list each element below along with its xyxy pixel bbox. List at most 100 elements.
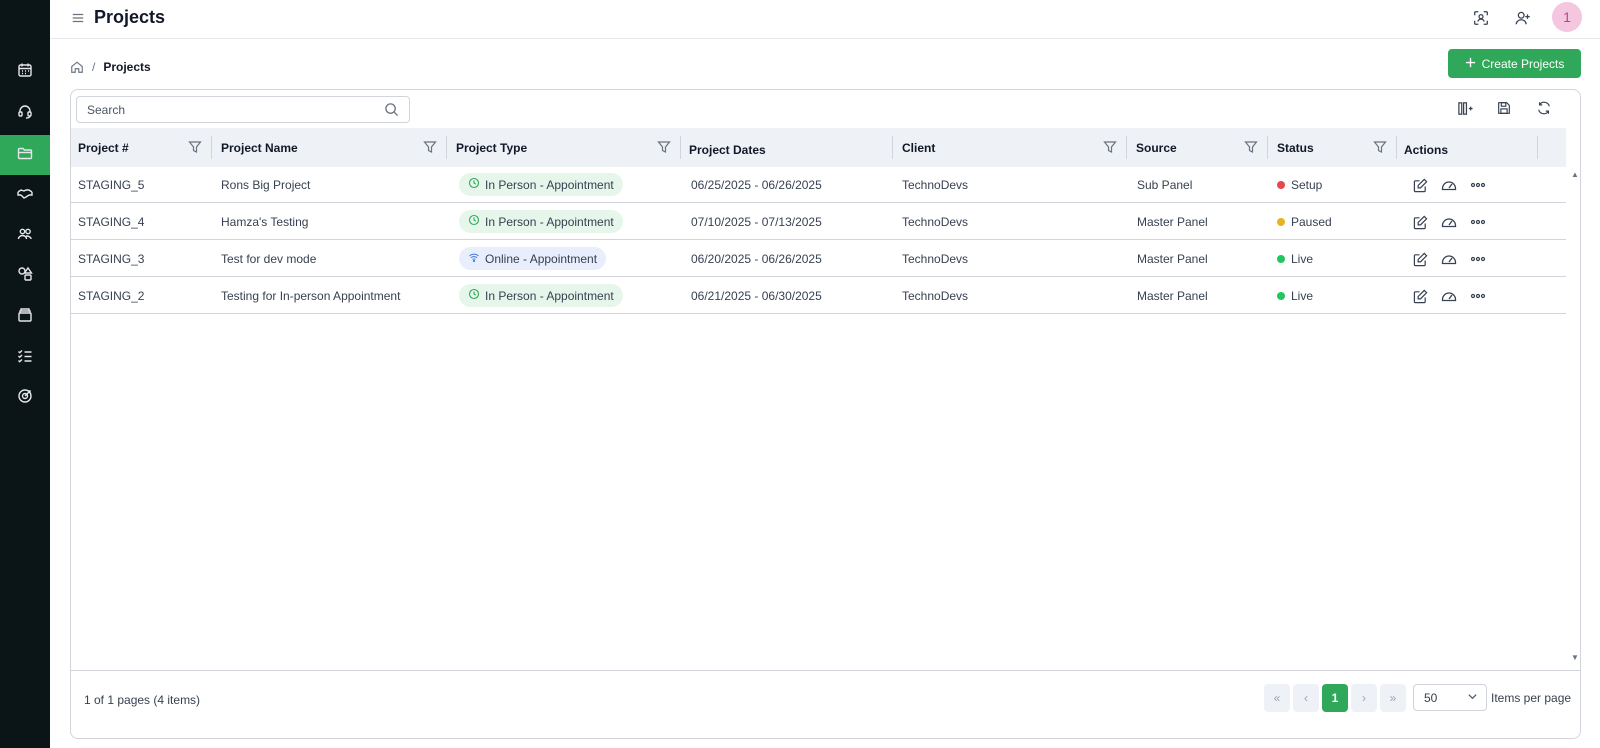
checklist-icon [17, 348, 33, 369]
page-button-current[interactable]: 1 [1322, 684, 1348, 712]
project-type-label: In Person - Appointment [485, 288, 614, 303]
dashboard-icon[interactable] [1441, 251, 1457, 267]
more-options-icon[interactable] [1470, 177, 1486, 193]
hamburger-menu-icon[interactable] [70, 10, 86, 26]
sidebar-item-projects[interactable] [0, 135, 50, 175]
scroll-up-arrow-icon[interactable]: ▲ [1571, 170, 1579, 179]
next-page-button[interactable]: › [1351, 684, 1377, 712]
create-projects-label: Create Projects [1481, 56, 1565, 71]
chevron-right-icon: › [1362, 691, 1366, 705]
cell-source: Master Panel [1137, 214, 1208, 229]
avatar-label: 1 [1563, 9, 1571, 25]
status-dot [1277, 291, 1285, 300]
project-type-label: In Person - Appointment [485, 214, 614, 229]
status-dot [1277, 254, 1285, 263]
clock-pin-icon [468, 288, 480, 303]
pager-info: 1 of 1 pages (4 items) [84, 693, 201, 707]
save-icon[interactable] [1495, 99, 1513, 117]
filter-icon[interactable] [1103, 140, 1117, 154]
table-row[interactable]: STAGING_3 Test for dev mode Online - App… [71, 240, 1566, 277]
column-header-client[interactable]: Client [895, 128, 1127, 167]
status-label: Paused [1291, 214, 1332, 229]
edit-icon[interactable] [1412, 214, 1428, 230]
search-input[interactable] [87, 102, 384, 117]
cell-status: Setup [1277, 166, 1322, 203]
column-label: Project Type [456, 140, 528, 155]
column-header-project-dates[interactable]: Project Dates [682, 128, 892, 167]
cell-client: TechnoDevs [902, 177, 969, 192]
column-chooser-icon[interactable] [1456, 99, 1474, 117]
page-title: Projects [94, 7, 166, 27]
project-type-badge: In Person - Appointment [459, 284, 623, 307]
refresh-icon[interactable] [1535, 99, 1553, 117]
sidebar-item-partners[interactable] [0, 176, 50, 216]
create-projects-button[interactable]: Create Projects [1448, 49, 1581, 78]
filter-icon[interactable] [1244, 140, 1258, 154]
page-size-select[interactable]: 50 [1413, 684, 1487, 711]
cell-project-number: STAGING_5 [78, 177, 145, 192]
filter-icon[interactable] [657, 140, 671, 154]
column-label: Client [902, 140, 936, 155]
more-options-icon[interactable] [1470, 251, 1486, 267]
scroll-down-arrow-icon[interactable]: ▼ [1571, 653, 1579, 662]
user-avatar[interactable]: 1 [1552, 2, 1582, 32]
last-page-button[interactable]: » [1380, 684, 1406, 712]
plus-icon [1465, 57, 1476, 71]
cell-project-number: STAGING_4 [78, 214, 145, 229]
sidebar-item-resources[interactable] [0, 256, 50, 296]
cell-project-name: Rons Big Project [221, 177, 311, 192]
dashboard-icon[interactable] [1441, 288, 1457, 304]
dashboard-icon[interactable] [1441, 214, 1457, 230]
breadcrumb-separator: / [92, 60, 96, 74]
filter-icon[interactable] [1373, 140, 1387, 154]
projects-grid: Project # Project Name Project Type Proj… [70, 89, 1581, 739]
sidebar-item-support[interactable] [0, 93, 50, 133]
table-header: Project # Project Name Project Type Proj… [71, 128, 1566, 167]
filter-icon[interactable] [423, 140, 437, 154]
face-scan-icon[interactable] [1471, 8, 1491, 28]
edit-icon[interactable] [1412, 251, 1428, 267]
sidebar-item-team[interactable] [0, 216, 50, 256]
column-header-project-type[interactable]: Project Type [449, 128, 681, 167]
cell-status: Live [1277, 240, 1313, 277]
cell-client: TechnoDevs [902, 251, 969, 266]
column-header-actions: Actions [1397, 128, 1537, 167]
table-row[interactable]: STAGING_2 Testing for In-person Appointm… [71, 277, 1566, 314]
users-icon [17, 226, 33, 247]
add-user-icon[interactable] [1513, 8, 1533, 28]
dashboard-icon[interactable] [1441, 177, 1457, 193]
items-per-page-label: Items per page [1491, 691, 1572, 705]
home-icon[interactable] [70, 60, 84, 74]
cell-project-dates: 07/10/2025 - 07/13/2025 [691, 214, 822, 229]
chevron-left-icon: ‹ [1304, 691, 1308, 705]
column-label: Project Dates [689, 142, 766, 157]
cell-project-number: STAGING_3 [78, 251, 145, 266]
sidebar-item-goals[interactable] [0, 378, 50, 418]
clock-pin-icon [468, 214, 480, 229]
sidebar-item-inventory[interactable] [0, 297, 50, 337]
first-page-button[interactable]: « [1264, 684, 1290, 712]
cell-project-name: Test for dev mode [221, 251, 317, 266]
filter-icon[interactable] [188, 140, 202, 154]
search-icon[interactable] [384, 102, 399, 117]
cell-source: Master Panel [1137, 288, 1208, 303]
prev-page-button[interactable]: ‹ [1293, 684, 1319, 712]
status-label: Live [1291, 251, 1314, 266]
table-row[interactable]: STAGING_4 Hamza's Testing In Person - Ap… [71, 203, 1566, 240]
sidebar-item-tasks[interactable] [0, 338, 50, 378]
cell-project-dates: 06/20/2025 - 06/26/2025 [691, 251, 822, 266]
edit-icon[interactable] [1412, 177, 1428, 193]
table-row[interactable]: STAGING_5 Rons Big Project In Person - A… [71, 166, 1566, 203]
search-box [76, 96, 410, 123]
more-options-icon[interactable] [1470, 288, 1486, 304]
edit-icon[interactable] [1412, 288, 1428, 304]
status-dot [1277, 180, 1285, 189]
sidebar-item-calendar[interactable] [0, 52, 50, 92]
sidebar [0, 0, 50, 748]
folder-icon [17, 145, 33, 166]
cell-source: Sub Panel [1137, 177, 1193, 192]
cell-client: TechnoDevs [902, 214, 969, 229]
page-size-value: 50 [1424, 690, 1438, 705]
more-options-icon[interactable] [1470, 214, 1486, 230]
column-header-project-name[interactable]: Project Name [214, 128, 447, 167]
